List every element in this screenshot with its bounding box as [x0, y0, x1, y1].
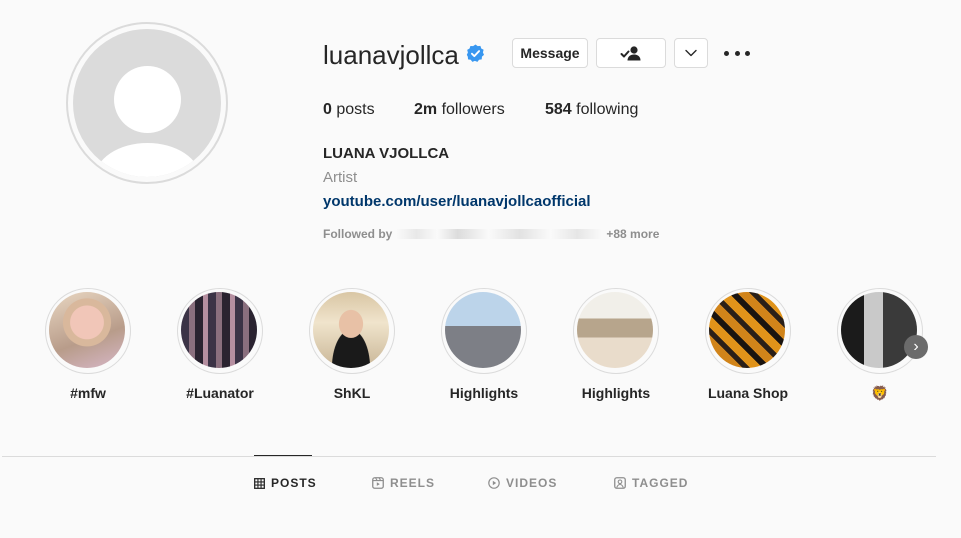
active-tab-indicator — [254, 455, 312, 456]
story-highlight[interactable]: Luana Shop — [705, 288, 791, 408]
tabs-divider — [2, 456, 936, 457]
play-icon — [488, 477, 500, 489]
reels-icon — [372, 477, 384, 489]
tab-videos[interactable]: VIDEOS — [488, 476, 557, 490]
avatar-shoulders-shape — [95, 143, 200, 177]
tab-posts[interactable]: POSTS — [254, 476, 317, 490]
avatar-head-shape — [114, 66, 181, 133]
highlight-label: Highlights — [449, 385, 519, 401]
highlight-label: Luana Shop — [707, 385, 789, 401]
tab-label: VIDEOS — [506, 476, 558, 490]
grid-icon — [254, 477, 265, 489]
story-highlight[interactable]: #mfw — [45, 288, 131, 408]
profile-username: luanavjollca — [323, 40, 459, 70]
avatar-placeholder — [73, 29, 221, 177]
followed-by-redacted-names — [396, 229, 603, 239]
highlight-cover-image — [181, 292, 257, 368]
highlight-cover-image — [445, 292, 521, 368]
highlight-label: #Luanator — [186, 385, 254, 401]
tab-reels[interactable]: REELS — [372, 476, 435, 490]
highlight-cover-image — [313, 292, 389, 368]
story-highlight[interactable]: #Luanator — [177, 288, 263, 408]
highlight-cover-image — [709, 292, 785, 368]
profile-website-link[interactable]: youtube.com/user/luanavjollcaofficial — [323, 193, 591, 210]
profile-category: Artist — [323, 169, 358, 186]
followed-by-more: +88 more — [606, 227, 660, 241]
posts-count: 0 posts — [323, 101, 375, 118]
followed-by[interactable]: Followed by +88 more — [323, 227, 659, 241]
tab-label: TAGGED — [632, 476, 689, 490]
following-button[interactable] — [596, 38, 666, 68]
story-highlight[interactable]: Highlights — [441, 288, 527, 408]
tag-icon — [614, 477, 626, 489]
highlight-cover-image — [49, 292, 125, 368]
highlight-label: ShKL — [333, 385, 371, 401]
verified-badge-icon — [466, 44, 485, 62]
message-button[interactable]: Message — [512, 38, 588, 68]
highlight-cover-image — [577, 292, 653, 368]
following-person-check-icon — [620, 46, 641, 61]
story-highlight[interactable]: Highlights — [573, 288, 659, 408]
highlight-label: #mfw — [70, 385, 106, 401]
highlight-label: 🦁 — [871, 385, 889, 401]
tab-label: POSTS — [271, 476, 317, 490]
highlight-cover-image — [841, 292, 917, 368]
followers-count[interactable]: 2m followers — [414, 101, 505, 119]
following-count[interactable]: 584 following — [545, 101, 638, 119]
highlight-label: Highlights — [581, 385, 651, 401]
followed-by-prefix: Followed by — [323, 227, 393, 241]
tab-tagged[interactable]: TAGGED — [614, 476, 688, 490]
profile-full-name: LUANA VJOLLCA — [323, 145, 450, 162]
highlights-next-arrow-icon[interactable]: › — [904, 335, 928, 359]
chevron-down-icon — [685, 49, 697, 57]
tab-label: REELS — [390, 476, 436, 490]
profile-avatar[interactable] — [66, 22, 228, 184]
more-options-icon[interactable] — [724, 44, 750, 62]
story-highlight[interactable]: ShKL — [309, 288, 395, 408]
suggested-dropdown-button[interactable] — [674, 38, 708, 68]
